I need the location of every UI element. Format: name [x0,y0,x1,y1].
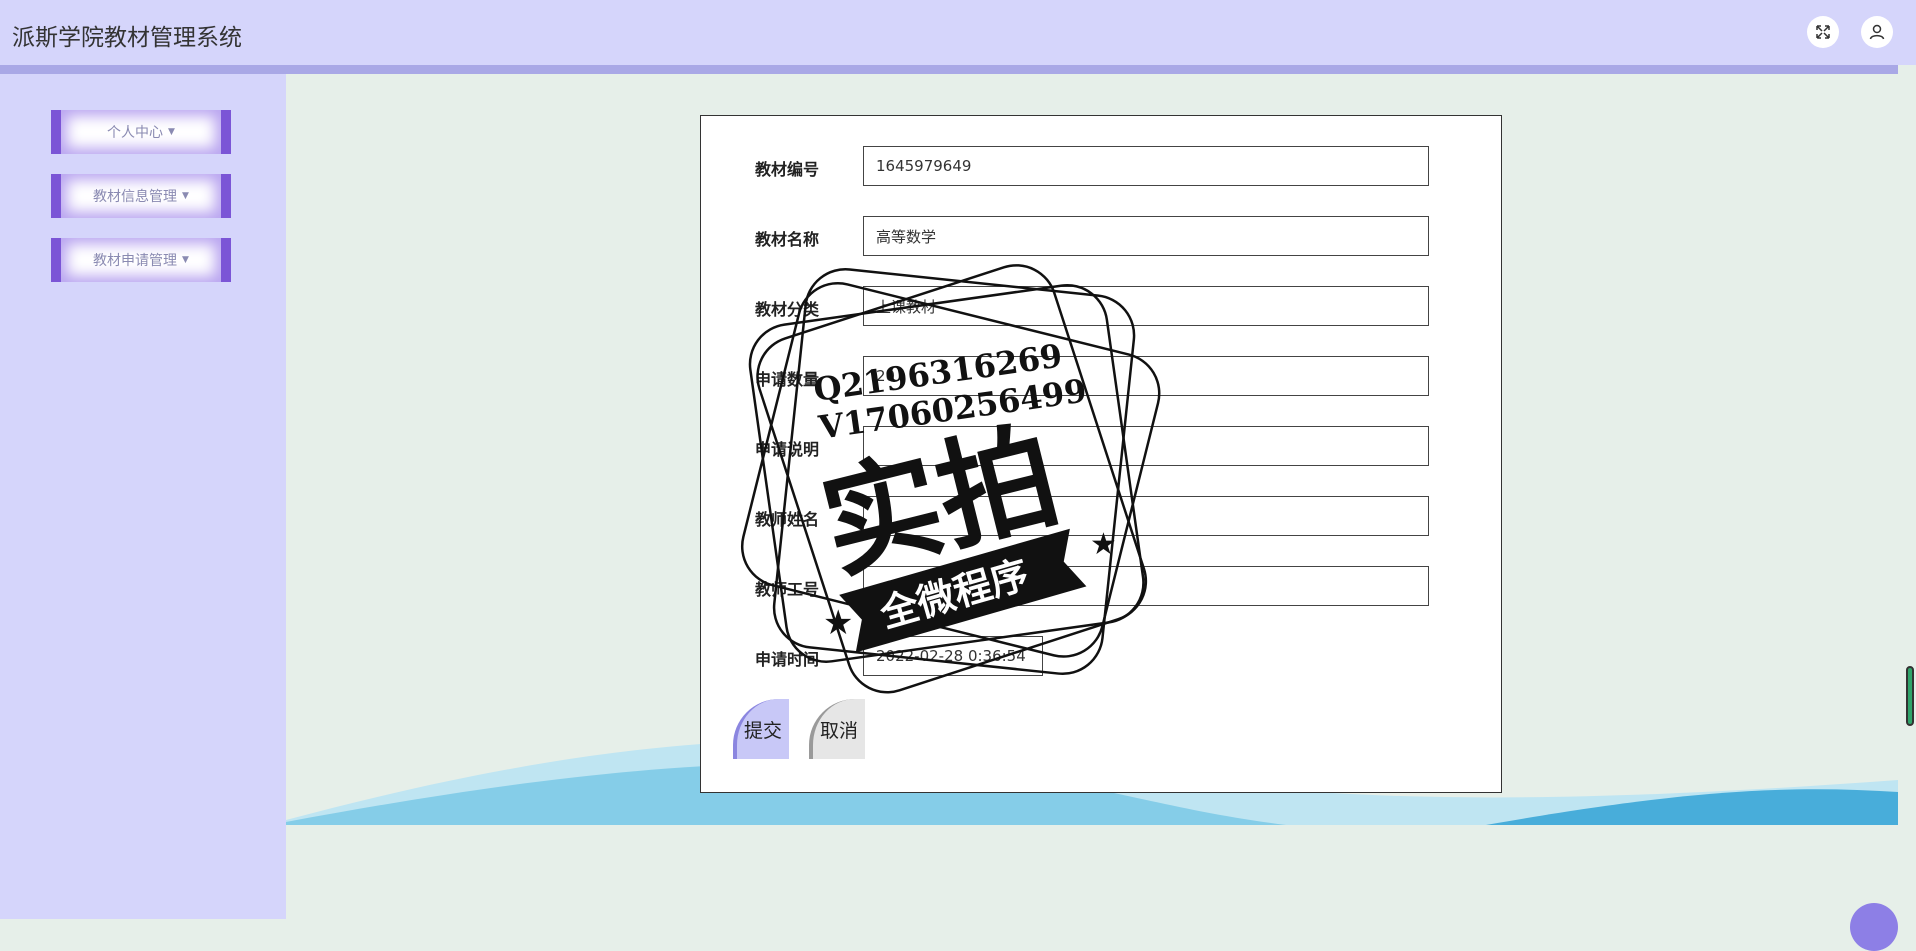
scrollbar-thumb[interactable] [1906,666,1914,726]
form-row-textbook-name: 教材名称 高等数学 [701,216,1501,256]
sidebar: 个人中心 ▼ 教材信息管理 ▼ 教材申请管理 ▼ [0,74,286,919]
sidebar-item-textbook-info[interactable]: 教材信息管理 ▼ [51,174,231,218]
sidebar-item-textbook-application[interactable]: 教材申请管理 ▼ [51,238,231,282]
submit-button[interactable]: 提交 [733,699,789,759]
star-icon: ★ [823,603,853,643]
chevron-down-icon: ▼ [182,255,189,265]
top-header: 派斯学院教材管理系统 [0,0,1916,65]
chevron-down-icon: ▼ [168,127,175,137]
chevron-down-icon: ▼ [182,191,189,201]
sidebar-item-personal-center[interactable]: 个人中心 ▼ [51,110,231,154]
form-row-textbook-id: 教材编号 1645979649 [701,146,1501,186]
sidebar-item-label: 个人中心 [107,125,164,141]
field-label: 教材编号 [755,160,820,179]
textbook-name-field[interactable]: 高等数学 [863,216,1429,256]
floating-action-button[interactable] [1850,903,1898,951]
fullscreen-icon [1816,25,1830,39]
star-icon: ★ [1090,527,1117,562]
header-divider [0,65,1898,74]
cancel-button[interactable]: 取消 [809,699,865,759]
watermark-stamp: Q2196316269 V17060256499 实拍 全微程序 ★ ★ [740,264,1161,694]
textbook-id-field[interactable]: 1645979649 [863,146,1429,186]
user-icon [1869,24,1885,40]
fullscreen-button[interactable] [1807,16,1839,48]
user-button[interactable] [1861,16,1893,48]
app-title: 派斯学院教材管理系统 [12,25,242,51]
sidebar-item-label: 教材申请管理 [93,253,178,269]
sidebar-item-label: 教材信息管理 [93,189,178,205]
field-label: 教材名称 [755,230,820,249]
